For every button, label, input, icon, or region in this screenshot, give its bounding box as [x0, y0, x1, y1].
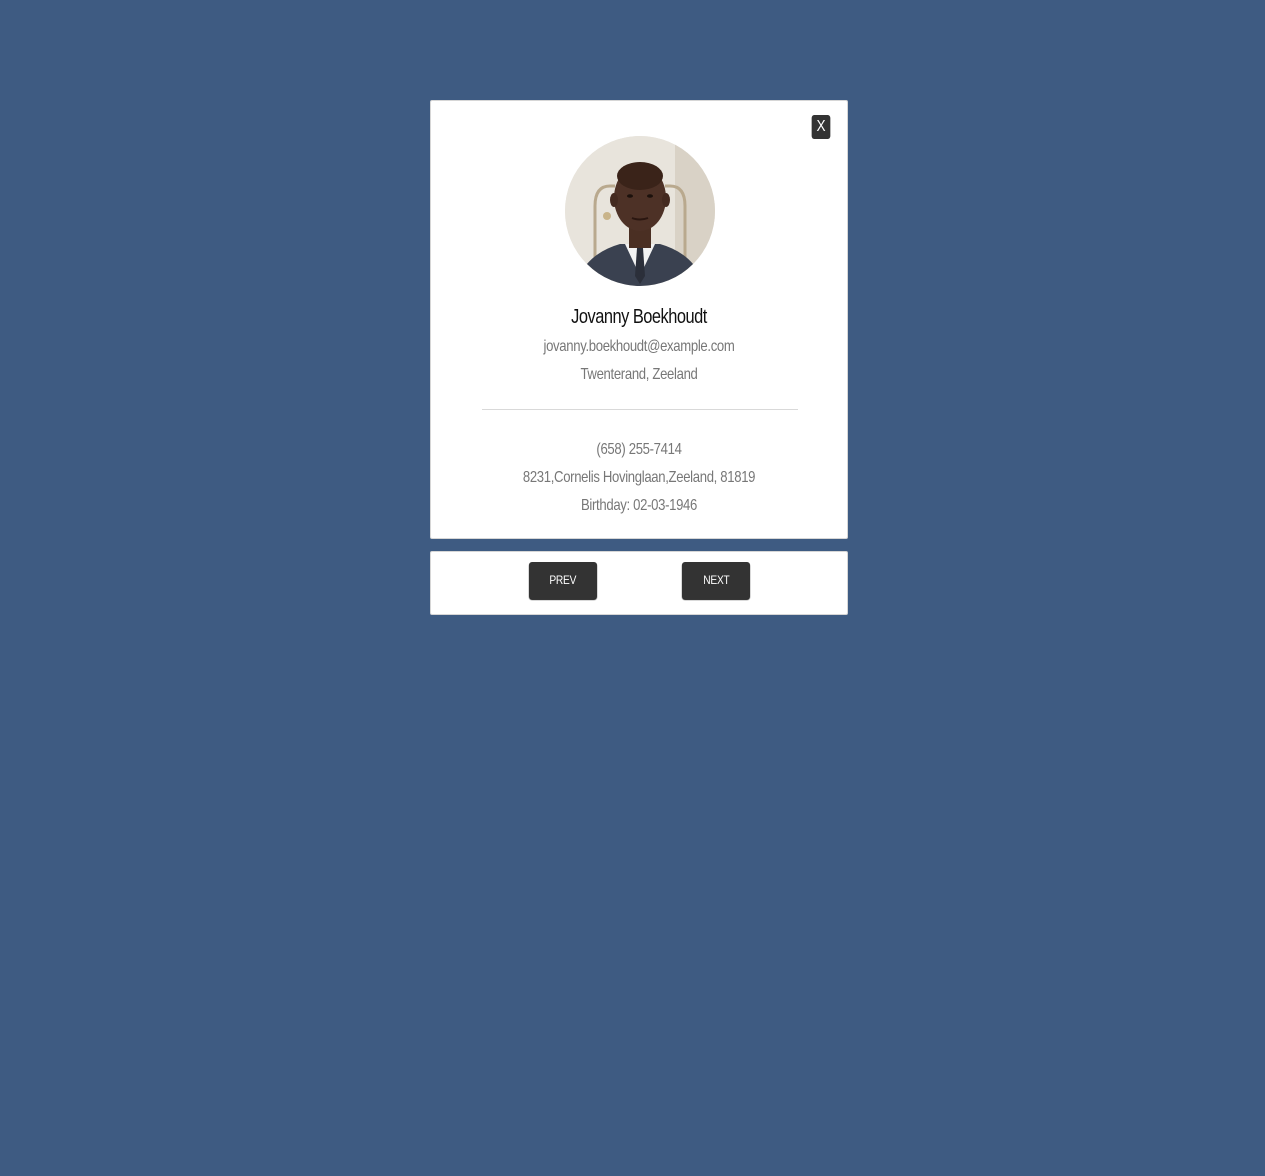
next-button[interactable]: NEXT: [682, 562, 750, 599]
user-phone: (658) 255-7414: [596, 441, 682, 458]
avatar: [565, 136, 715, 286]
user-detail-modal: X Jovanny Boekhoudt jovanny.boekhoudt@ex…: [430, 100, 848, 539]
next-button-label: NEXT: [702, 573, 730, 587]
user-email: jovanny.boekhoudt@example.com: [543, 338, 735, 355]
close-button[interactable]: X: [811, 115, 831, 139]
user-birthday: Birthday: 02-03-1946: [581, 497, 697, 514]
profile-photo-icon: [565, 136, 715, 286]
user-address: 8231,Cornelis Hovinglaan,Zeeland, 81819: [522, 469, 756, 486]
pagination-bar: PREV NEXT: [430, 551, 848, 615]
prev-button-label: PREV: [549, 573, 577, 587]
divider: [482, 409, 798, 410]
user-name: Jovanny Boekhoudt: [571, 306, 707, 328]
user-location: Twenterand, Zeeland: [580, 366, 698, 383]
prev-button[interactable]: PREV: [529, 562, 597, 599]
